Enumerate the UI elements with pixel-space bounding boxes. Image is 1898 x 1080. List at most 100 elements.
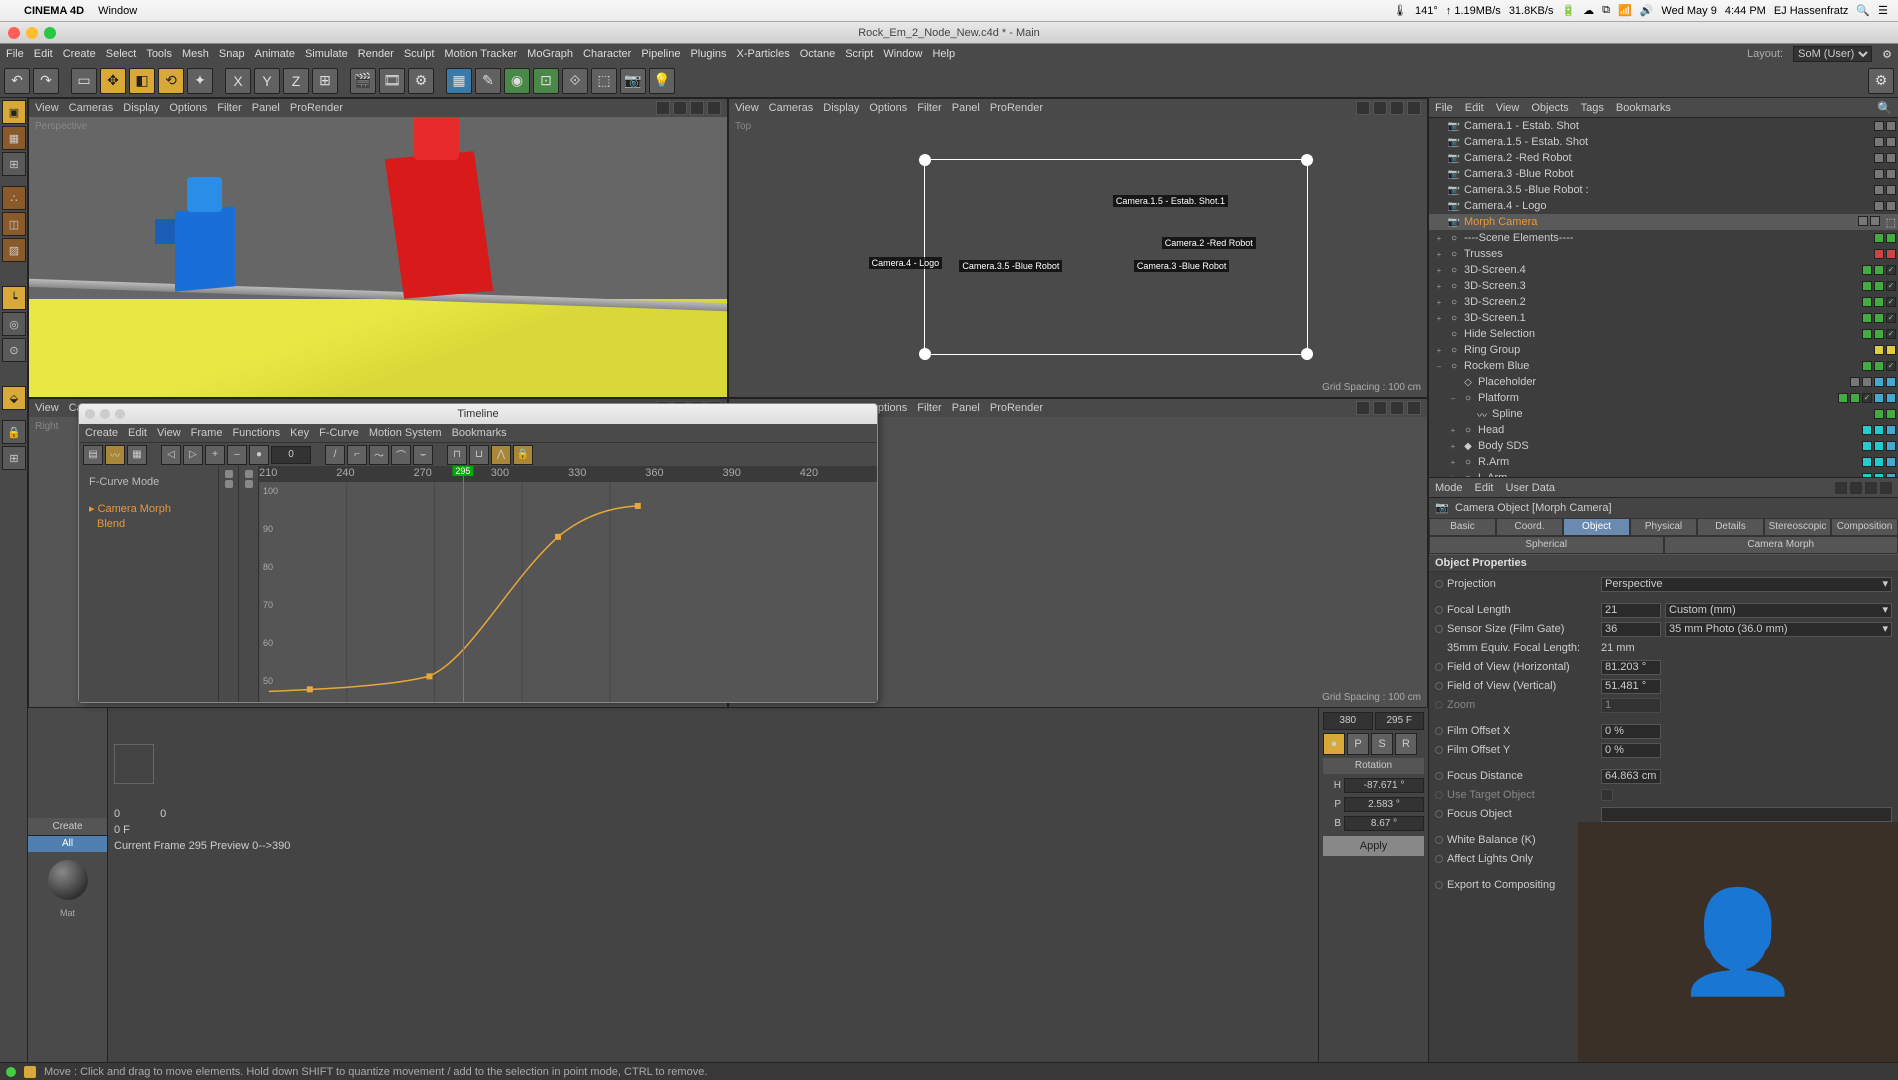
autokey-button[interactable]: ● (1323, 733, 1345, 755)
tree-label[interactable]: ----Scene Elements---- (1464, 232, 1871, 244)
tl-menu-edit[interactable]: Edit (128, 427, 147, 439)
vp-menu-prorender[interactable]: ProRender (990, 402, 1043, 414)
tree-row[interactable]: +○3D-Screen.3✓ (1429, 278, 1898, 294)
visibility-dot[interactable] (1874, 313, 1884, 323)
tree-label[interactable]: Camera.4 - Logo (1464, 200, 1871, 212)
tl-menu-key[interactable]: Key (290, 427, 309, 439)
tree-label[interactable]: Spline (1492, 408, 1871, 420)
tree-label[interactable]: Camera.1.5 - Estab. Shot (1464, 136, 1871, 148)
menu-animate[interactable]: Animate (255, 48, 295, 60)
vp-menu-filter[interactable]: Filter (917, 402, 941, 414)
morph-tag-icon[interactable]: ⬚ (1886, 216, 1896, 229)
coord-system[interactable]: ⊞ (312, 68, 338, 94)
visibility-dot[interactable] (1886, 249, 1896, 259)
dropbox-icon[interactable]: ⧉ (1602, 4, 1610, 17)
focus-dist-input[interactable]: 64.863 cm (1601, 769, 1661, 784)
tl-menu-view[interactable]: View (157, 427, 181, 439)
y-axis-lock[interactable]: Y (254, 68, 280, 94)
menu-edit[interactable]: Edit (34, 48, 53, 60)
tag-icon[interactable] (1886, 425, 1896, 435)
tree-expand-icon[interactable]: + (1434, 250, 1444, 259)
deformer-button[interactable]: ⟐ (562, 68, 588, 94)
enable-checkbox[interactable]: ✓ (1862, 393, 1872, 403)
om-menu-tags[interactable]: Tags (1581, 102, 1604, 114)
vp-menu-filter[interactable]: Filter (217, 102, 241, 114)
tl-spline-icon[interactable]: 〜 (369, 445, 389, 465)
grid-button[interactable]: ⊞ (2, 446, 26, 470)
render-view-button[interactable]: 🎬 (350, 68, 376, 94)
tl-lock-icon[interactable]: 🔒 (513, 445, 533, 465)
render-settings-button[interactable]: ⚙ (408, 68, 434, 94)
focus-obj-input[interactable] (1601, 807, 1892, 822)
visibility-dot[interactable] (1874, 201, 1884, 211)
preferences-button[interactable]: ⚙ (1868, 68, 1894, 94)
visibility-dot[interactable] (1874, 249, 1884, 259)
menu-help[interactable]: Help (932, 48, 955, 60)
mac-menu-window[interactable]: Window (98, 5, 137, 17)
tree-label[interactable]: Hide Selection (1464, 328, 1859, 340)
attr-tab-stereoscopic[interactable]: Stereoscopic (1764, 518, 1831, 536)
tl-linear-icon[interactable]: / (325, 445, 345, 465)
sensor-input[interactable]: 36 (1601, 622, 1661, 637)
tree-row[interactable]: 📷Camera.4 - Logo (1429, 198, 1898, 214)
rot-b-input[interactable]: 8.67 ° (1344, 816, 1424, 831)
visibility-dot[interactable] (1874, 233, 1884, 243)
tree-row[interactable]: –○Platform✓ (1429, 390, 1898, 406)
array-button[interactable]: ⊡ (533, 68, 559, 94)
tl-menu-frame[interactable]: Frame (191, 427, 223, 439)
attr-tab-composition[interactable]: Composition (1831, 518, 1898, 536)
visibility-dot[interactable] (1874, 425, 1884, 435)
attr-tab-object[interactable]: Object (1563, 518, 1630, 536)
tl-add-key-icon[interactable]: + (205, 445, 225, 465)
tree-row[interactable]: –○Rockem Blue✓ (1429, 358, 1898, 374)
tree-row[interactable]: 📷Camera.2 -Red Robot (1429, 150, 1898, 166)
visibility-dot[interactable] (1838, 393, 1848, 403)
visibility-dot[interactable] (1874, 329, 1884, 339)
attr-back-icon[interactable] (1835, 482, 1847, 494)
redo-button[interactable]: ↷ (33, 68, 59, 94)
focal-unit-select[interactable]: Custom (mm)▾ (1665, 603, 1892, 618)
vp-max-icon[interactable] (1407, 101, 1421, 115)
vp-menu-prorender[interactable]: ProRender (990, 102, 1043, 114)
fov-h-input[interactable]: 81.203 ° (1601, 660, 1661, 675)
menu-plugins[interactable]: Plugins (690, 48, 726, 60)
app-name[interactable]: CINEMA 4D (24, 5, 84, 17)
tag-icon[interactable] (1874, 377, 1884, 387)
tree-row[interactable]: +○Trusses (1429, 246, 1898, 262)
apply-button[interactable]: Apply (1323, 836, 1424, 856)
tree-label[interactable]: 3D-Screen.4 (1464, 264, 1859, 276)
z-axis-lock[interactable]: Z (283, 68, 309, 94)
point-mode-button[interactable]: ∴ (2, 186, 26, 210)
enable-checkbox[interactable]: ✓ (1886, 297, 1896, 307)
menu-select[interactable]: Select (106, 48, 137, 60)
scale-tool[interactable]: ◧ (129, 68, 155, 94)
last-tool[interactable]: ✦ (187, 68, 213, 94)
volume-icon[interactable]: 🔊 (1640, 4, 1654, 17)
tree-expand-icon[interactable]: + (1448, 442, 1458, 451)
visibility-dot[interactable] (1874, 169, 1884, 179)
tree-row[interactable]: ◇Placeholder (1429, 374, 1898, 390)
tree-row[interactable]: +○L.Arm (1429, 470, 1898, 478)
om-menu-objects[interactable]: Objects (1531, 102, 1568, 114)
om-menu-bookmarks[interactable]: Bookmarks (1616, 102, 1671, 114)
menu-motion tracker[interactable]: Motion Tracker (444, 48, 517, 60)
om-menu-file[interactable]: File (1435, 102, 1453, 114)
enable-checkbox[interactable]: ✓ (1886, 313, 1896, 323)
visibility-dot[interactable] (1862, 329, 1872, 339)
close-button[interactable] (8, 27, 20, 39)
fcurve-graph[interactable]: 210240270300330360390420 295 10090807060… (259, 466, 877, 702)
tl-ease-out-icon[interactable]: ⌣ (413, 445, 433, 465)
visibility-dot[interactable] (1886, 169, 1896, 179)
tl-track-blend[interactable]: Blend (85, 517, 212, 531)
tl-step-icon[interactable]: ⌐ (347, 445, 367, 465)
layout-select[interactable]: SoM (User) (1793, 46, 1872, 62)
environment-button[interactable]: ⬚ (591, 68, 617, 94)
rotate-tool[interactable]: ⟲ (158, 68, 184, 94)
tree-row[interactable]: +○Head (1429, 422, 1898, 438)
attr-fwd-icon[interactable] (1850, 482, 1862, 494)
search-icon[interactable]: 🔍 (1877, 101, 1892, 115)
rec-scl-button[interactable]: S (1371, 733, 1393, 755)
fov-v-input[interactable]: 51.481 ° (1601, 679, 1661, 694)
lock-button[interactable]: 🔒 (2, 420, 26, 444)
vp-zoom-icon[interactable] (673, 101, 687, 115)
